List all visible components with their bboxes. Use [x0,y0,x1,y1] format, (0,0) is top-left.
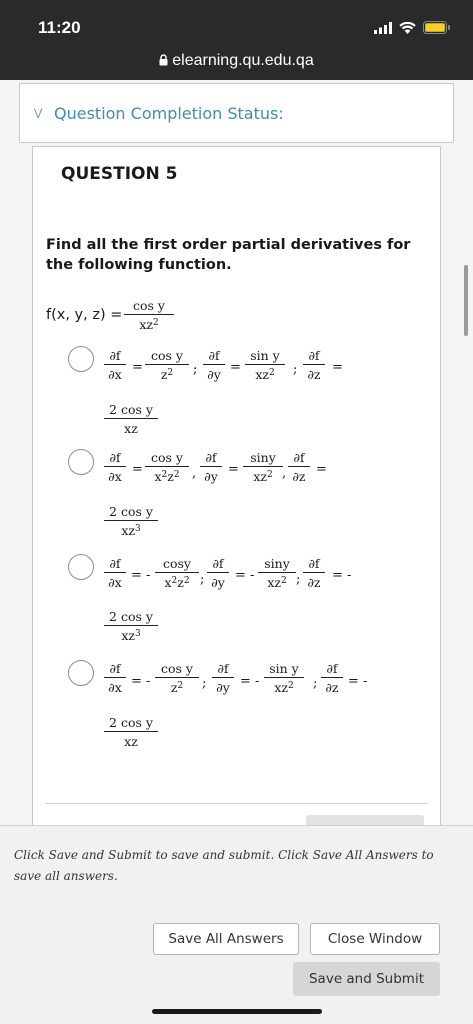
separator: , [192,466,197,481]
status-icons [374,21,451,34]
fraction-bar [124,314,174,315]
partial-fz: ∂f ∂z [303,556,325,590]
completion-status-label: Question Completion Status: [54,104,284,123]
operator: = [230,360,241,375]
option-3-fy-value: siny xz2 [258,556,296,590]
option-1-fx-value: cos y z2 [145,348,189,382]
separator: ; [293,362,298,377]
save-all-answers-button[interactable]: Save All Answers [153,923,299,955]
operator: = - [332,568,352,583]
option-2-fz-value: 2 cos y xz3 [104,504,158,538]
answer-radio-3[interactable] [68,554,94,580]
separator: ; [296,572,301,587]
divider [45,803,428,804]
option-1-fy-value: sin y xz2 [245,348,285,382]
operator: = [132,462,143,477]
partial-fx: ∂f ∂x [104,348,126,382]
separator: ; [193,362,198,377]
option-2-fx-value: cos y x2z2 [145,450,189,484]
lock-icon [159,54,168,66]
option-4-fy-value: sin y xz2 [264,661,304,695]
separator: ; [202,676,207,691]
save-and-submit-button[interactable]: Save and Submit [293,962,440,996]
clock: 11:20 [38,18,81,37]
question-prompt: Find all the first order partial derivat… [46,237,411,273]
operator: = [332,360,343,375]
option-4-fz-value: 2 cos y xz [104,715,158,749]
signal-icon [374,21,392,34]
separator: , [282,466,287,481]
chevron-down-icon: ⋁ [34,108,43,119]
operator: = - [348,674,368,689]
partial-fy: ∂f ∂y [203,348,225,382]
partial-fy: ∂f ∂y [200,450,222,484]
home-indicator[interactable] [152,1009,322,1014]
status-bar: 11:20 elearning.qu.edu.qa [0,0,473,80]
completion-status-panel[interactable]: ⋁ Question Completion Status: [19,83,454,143]
partial-fz: ∂f ∂z [303,348,325,382]
operator: = - [235,568,255,583]
function-numerator: cos y [133,298,165,313]
option-3-fx-value: cosy x2z2 [155,556,199,590]
answer-radio-2[interactable] [68,449,94,475]
operator: = - [131,674,151,689]
partial-fy: ∂f ∂y [212,661,234,695]
separator: ; [313,676,318,691]
answer-radio-4[interactable] [68,660,94,686]
function-lhs: f(x, y, z) = [46,307,123,323]
close-window-button[interactable]: Close Window [310,923,440,955]
partial-fy: ∂f ∂y [207,556,229,590]
operator: = - [131,568,151,583]
partial-fz: ∂f ∂z [321,661,343,695]
partial-fx: ∂f ∂x [104,450,126,484]
url-text: elearning.qu.edu.qa [172,52,314,69]
wifi-icon [399,21,416,34]
footer-instructions: Click Save and Submit to save and submit… [14,848,434,883]
operator: = [316,462,327,477]
partial-fx: ∂f ∂x [104,661,126,695]
option-1-fz-value: 2 cos y xz [104,402,158,436]
function-denominator: xz2 [139,317,159,332]
scrollbar[interactable] [464,265,468,336]
address-bar[interactable]: elearning.qu.edu.qa [0,52,473,70]
operator: = [132,360,143,375]
function-fraction: cos y xz2 [124,298,174,332]
option-2-fy-value: siny xz2 [243,450,283,484]
battery-icon [423,21,450,34]
operator: = [228,462,239,477]
separator: ; [200,572,205,587]
partial-fz: ∂f ∂z [288,450,310,484]
partial-fx: ∂f ∂x [104,556,126,590]
answer-radio-1[interactable] [68,346,94,372]
question-title: QUESTION 5 [61,164,178,184]
operator: = - [240,674,260,689]
option-3-fz-value: 2 cos y xz3 [104,609,158,643]
option-4-fx-value: cos y z2 [155,661,199,695]
